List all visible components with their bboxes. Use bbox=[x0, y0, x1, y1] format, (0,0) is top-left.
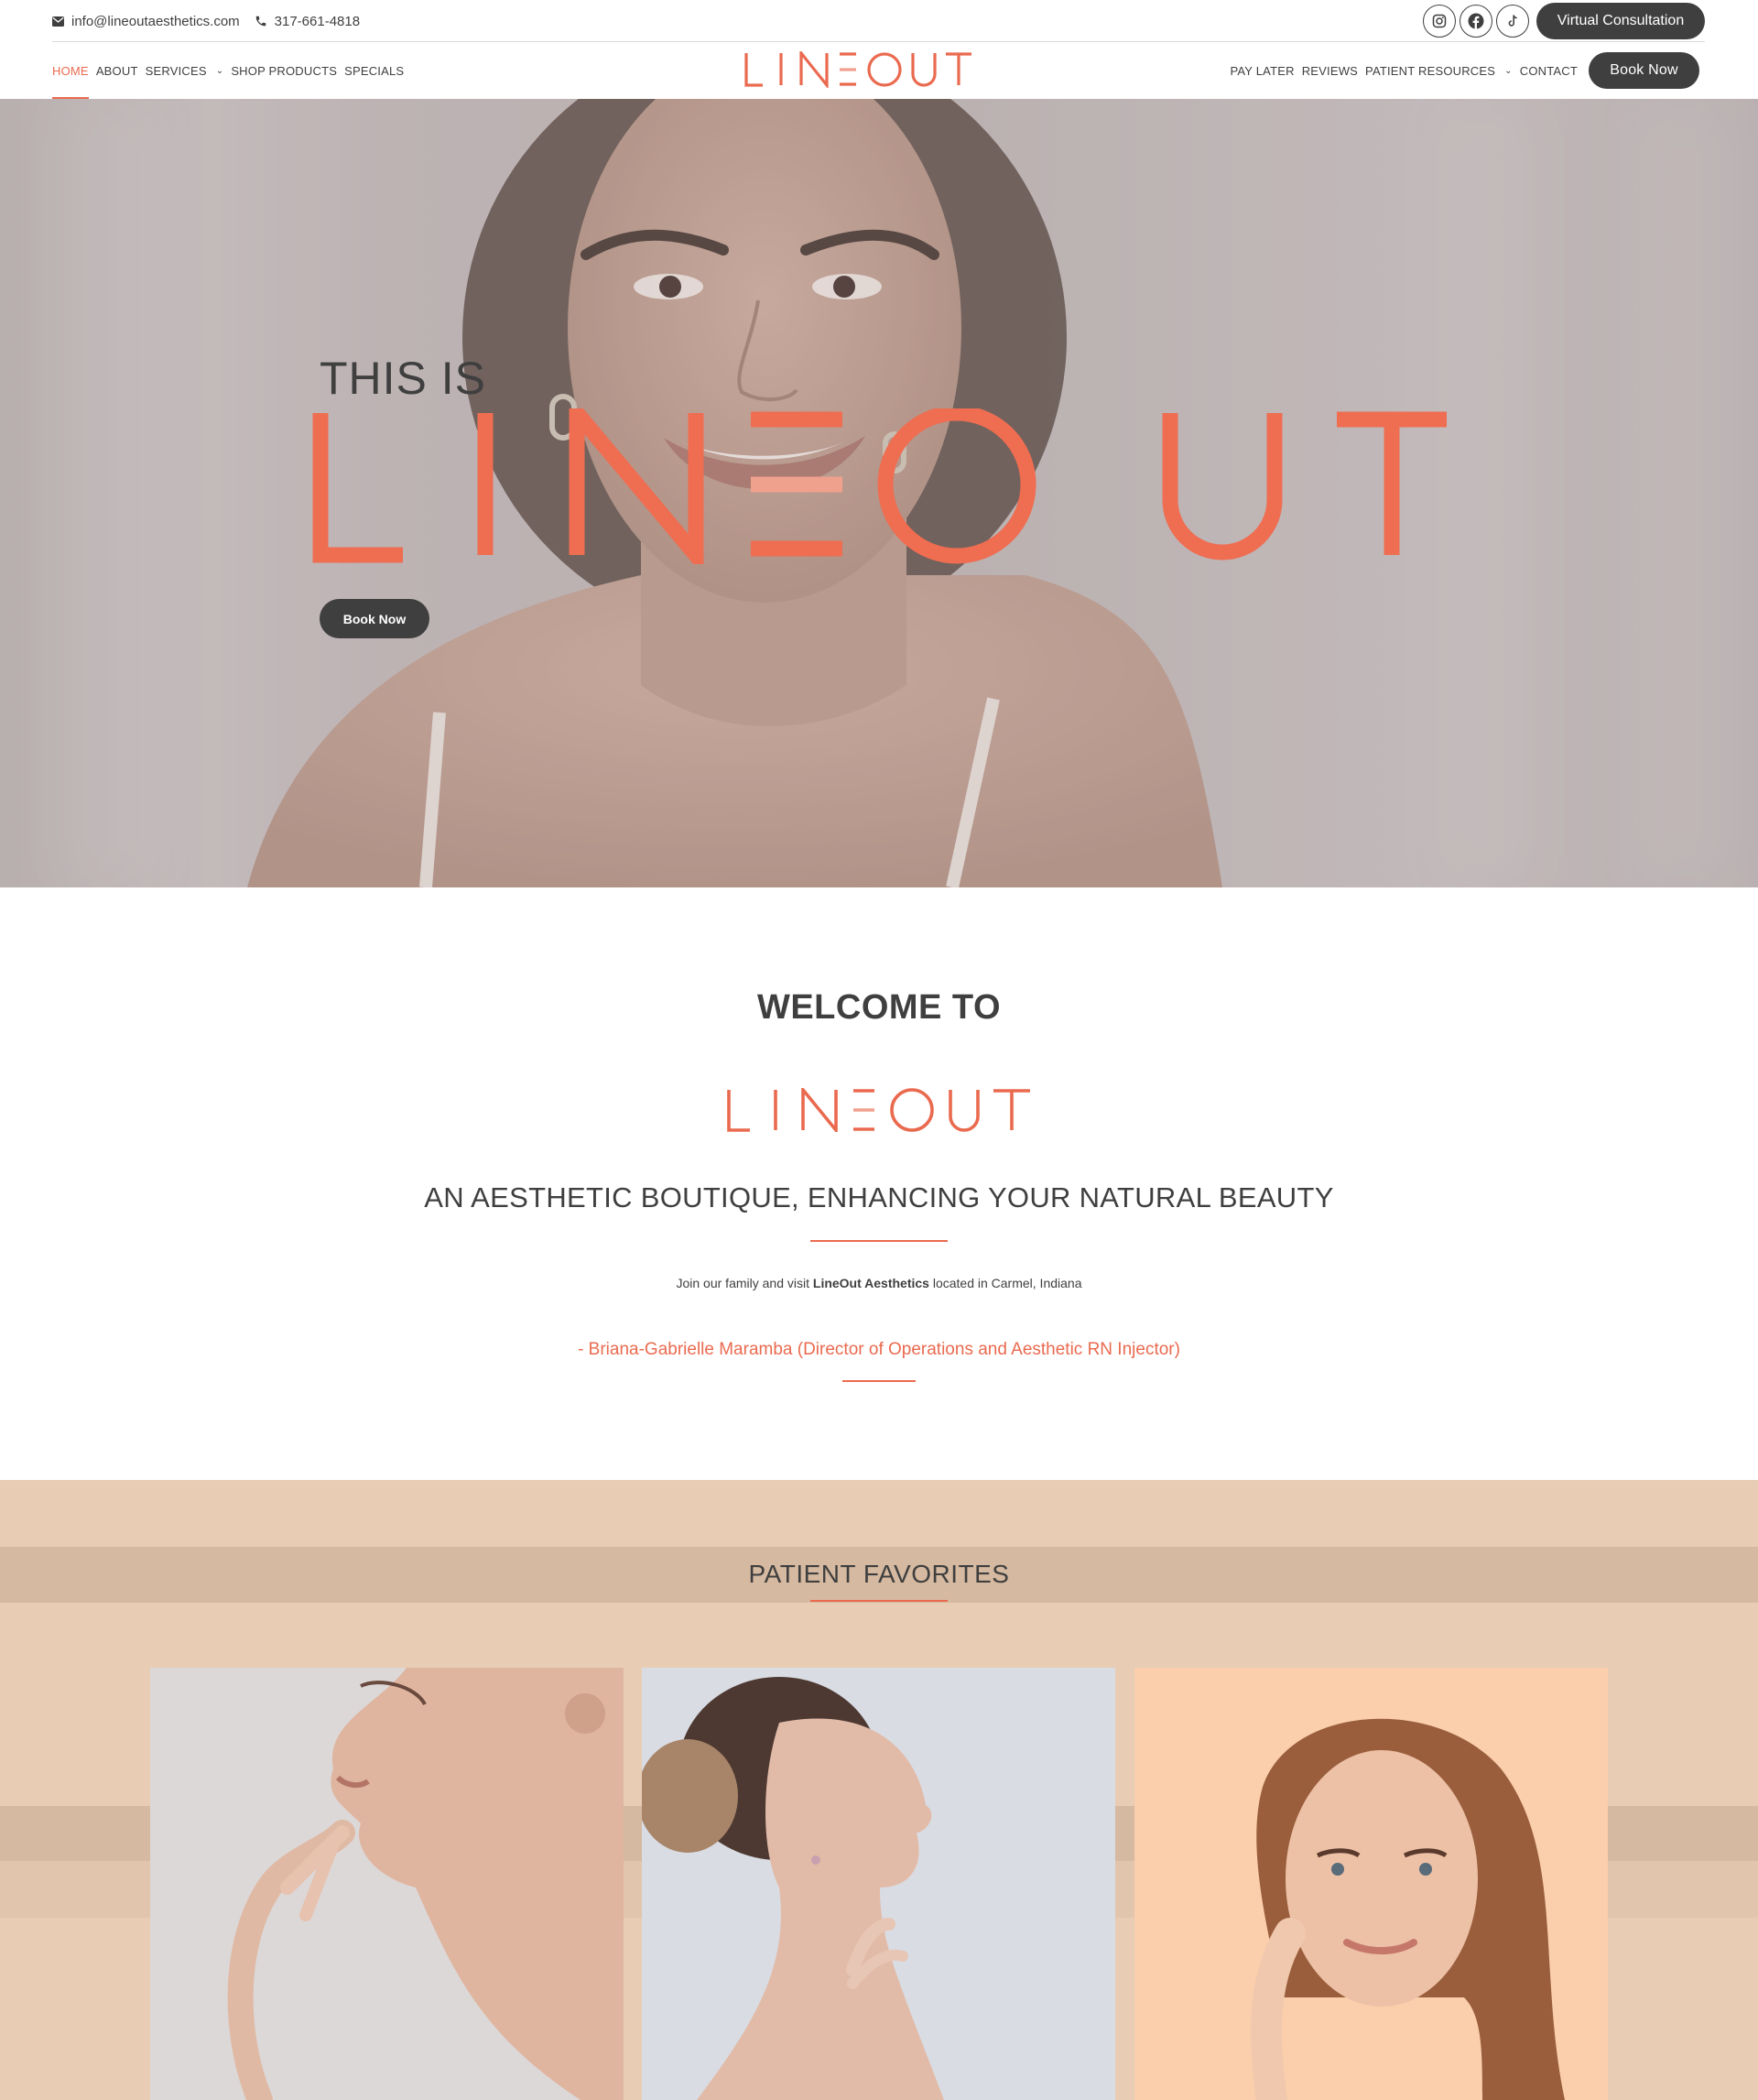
virtual-consultation-button[interactable]: Virtual Consultation bbox=[1536, 3, 1705, 39]
intro-prefix: Join our family and visit bbox=[676, 1276, 813, 1290]
favorite-card-3[interactable] bbox=[1134, 1668, 1608, 2100]
nav-pay-later-label: PAY LATER bbox=[1230, 63, 1295, 78]
nav-specials[interactable]: SPECIALS bbox=[344, 64, 404, 78]
nav-patient-resources[interactable]: PATIENT RESOURCES ⌄ bbox=[1365, 64, 1513, 78]
chevron-down-icon: ⌄ bbox=[1504, 65, 1513, 76]
phone-link[interactable]: 317-661-4818 bbox=[255, 14, 360, 29]
favorite-image-portrait bbox=[1251, 1718, 1565, 2100]
quote-attribution: - Briana-Gabrielle Maramba (Director of … bbox=[578, 1340, 1180, 1359]
intro-brand: LineOut Aesthetics bbox=[812, 1276, 929, 1290]
nav-shop-products[interactable]: SHOP PRODUCTS bbox=[231, 64, 337, 78]
tiktok-icon bbox=[1508, 15, 1517, 27]
nav-right: PAY LATER REVIEWS PATIENT RESOURCES ⌄ CON… bbox=[1230, 42, 1699, 99]
favorite-image-profile-lips bbox=[227, 1668, 624, 2100]
contact-info: info@lineoutaesthetics.com 317-661-4818 bbox=[52, 0, 360, 42]
tagline-divider bbox=[810, 1240, 948, 1242]
tagline: AN AESTHETIC BOUTIQUE, ENHANCING YOUR NA… bbox=[424, 1181, 1334, 1213]
nav-about[interactable]: ABOUT bbox=[96, 64, 138, 78]
top-bar: info@lineoutaesthetics.com 317-661-4818 … bbox=[0, 0, 1758, 42]
book-now-button[interactable]: Book Now bbox=[1589, 52, 1699, 89]
hero-book-now-button[interactable]: Book Now bbox=[320, 599, 429, 638]
hero-wordmark bbox=[312, 408, 1447, 564]
welcome-wordmark bbox=[727, 1088, 1030, 1132]
facebook-icon bbox=[1468, 13, 1484, 29]
intro-text: Join our family and visit LineOut Aesthe… bbox=[0, 1276, 1758, 1290]
favorites-divider bbox=[810, 1600, 948, 1602]
nav-reviews[interactable]: REVIEWS bbox=[1302, 64, 1358, 78]
hero-eyebrow: THIS IS bbox=[320, 353, 487, 404]
email-text: info@lineoutaesthetics.com bbox=[71, 13, 240, 29]
nav-home-label: HOME bbox=[52, 63, 89, 78]
nav-pay-later[interactable]: PAY LATER bbox=[1230, 64, 1294, 78]
favorite-card-2[interactable] bbox=[642, 1668, 1115, 2100]
favorites-title: PATIENT FAVORITES bbox=[748, 1560, 1010, 1588]
nav-home[interactable]: HOME bbox=[52, 63, 89, 99]
hero-banner: THIS IS Book Now bbox=[0, 99, 1758, 887]
instagram-button[interactable] bbox=[1423, 5, 1456, 38]
nav-contact[interactable]: CONTACT bbox=[1520, 64, 1578, 78]
top-actions: Virtual Consultation bbox=[1423, 3, 1705, 39]
lineout-logo-icon bbox=[744, 49, 971, 90]
welcome-title: WELCOME TO bbox=[756, 988, 1002, 1027]
nav-shop-label: SHOP PRODUCTS bbox=[231, 63, 338, 78]
favorite-image-neck-profile bbox=[642, 1677, 944, 2100]
phone-text: 317-661-4818 bbox=[274, 13, 361, 29]
nav-contact-label: CONTACT bbox=[1519, 63, 1578, 78]
facebook-button[interactable] bbox=[1460, 5, 1492, 38]
instagram-icon bbox=[1432, 14, 1447, 28]
quote-divider bbox=[842, 1380, 916, 1382]
nav-left: HOME ABOUT SERVICES ⌄ SHOP PRODUCTS SPECI… bbox=[52, 42, 404, 99]
phone-icon bbox=[255, 16, 266, 27]
nav-patient-resources-label: PATIENT RESOURCES bbox=[1365, 63, 1496, 78]
favorite-card-1[interactable] bbox=[150, 1668, 624, 2100]
site-logo[interactable] bbox=[744, 49, 973, 92]
envelope-icon bbox=[52, 16, 64, 27]
nav-about-label: ABOUT bbox=[95, 63, 138, 78]
nav-services[interactable]: SERVICES ⌄ bbox=[146, 64, 224, 78]
main-nav: HOME ABOUT SERVICES ⌄ SHOP PRODUCTS SPECI… bbox=[0, 42, 1758, 99]
tiktok-button[interactable] bbox=[1496, 5, 1529, 38]
nav-services-label: SERVICES bbox=[145, 63, 207, 78]
nav-reviews-label: REVIEWS bbox=[1301, 63, 1359, 78]
chevron-down-icon: ⌄ bbox=[215, 65, 224, 76]
nav-specials-label: SPECIALS bbox=[344, 63, 405, 78]
intro-suffix: located in Carmel, Indiana bbox=[928, 1276, 1082, 1290]
email-link[interactable]: info@lineoutaesthetics.com bbox=[52, 14, 240, 29]
